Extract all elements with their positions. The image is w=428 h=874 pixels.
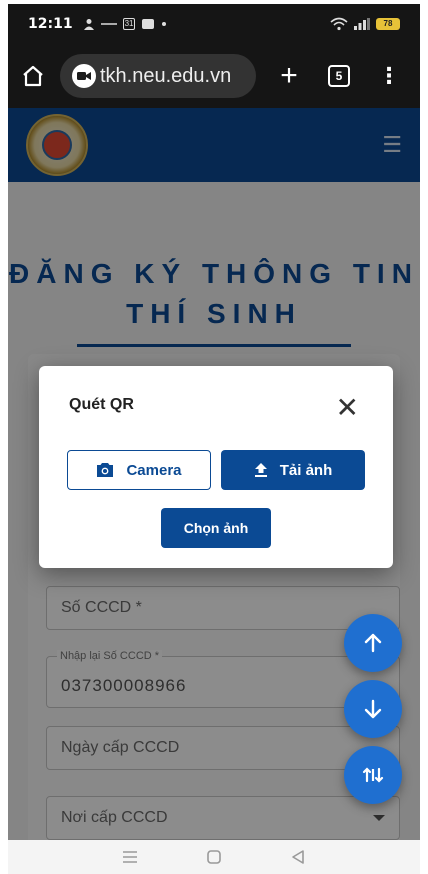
close-icon[interactable]: ✕ bbox=[336, 394, 359, 422]
upload-image-button[interactable]: Tải ảnh bbox=[221, 450, 365, 490]
status-bar: 12:11 31 78 bbox=[8, 4, 420, 44]
back-triangle-icon bbox=[292, 850, 304, 864]
upload-icon bbox=[254, 463, 267, 477]
menu-lines-icon bbox=[123, 851, 137, 863]
recent-apps-button[interactable] bbox=[118, 847, 142, 867]
dot-icon bbox=[162, 22, 167, 26]
scroll-down-button[interactable] bbox=[344, 680, 402, 738]
square-icon bbox=[207, 850, 221, 864]
system-home-button[interactable] bbox=[202, 847, 226, 867]
address-bar[interactable]: tkh.neu.edu.vn bbox=[60, 54, 256, 98]
browser-menu-button[interactable]: ⋮ bbox=[378, 63, 400, 89]
calendar-icon: 31 bbox=[122, 18, 136, 30]
url-text: tkh.neu.edu.vn bbox=[100, 64, 232, 87]
tab-switcher-button[interactable]: 5 bbox=[328, 65, 350, 87]
browser-toolbar: tkh.neu.edu.vn + 5 ⋮ bbox=[8, 44, 420, 108]
signal-icon bbox=[354, 18, 370, 30]
new-tab-button[interactable]: + bbox=[274, 59, 304, 93]
notification-dots-icon bbox=[100, 23, 117, 25]
arrow-down-icon bbox=[364, 699, 382, 719]
home-button[interactable] bbox=[18, 61, 48, 91]
dialog-title: Quét QR bbox=[69, 396, 134, 413]
qr-scan-dialog: Quét QR ✕ Camera Tải ảnh Chọn ảnh bbox=[39, 366, 393, 568]
system-navigation-bar bbox=[8, 840, 420, 874]
system-back-button[interactable] bbox=[286, 847, 310, 867]
message-icon bbox=[142, 19, 155, 29]
wifi-icon bbox=[330, 17, 348, 31]
arrow-up-icon bbox=[364, 633, 382, 653]
person-icon bbox=[83, 19, 94, 30]
status-time: 12:11 bbox=[28, 16, 73, 32]
camera-icon bbox=[97, 463, 114, 477]
sort-settings-button[interactable] bbox=[344, 746, 402, 804]
battery-icon: 78 bbox=[376, 18, 400, 30]
sort-icon bbox=[362, 767, 384, 783]
scroll-up-button[interactable] bbox=[344, 614, 402, 672]
home-icon bbox=[23, 65, 43, 87]
choose-image-button[interactable]: Chọn ảnh bbox=[161, 508, 271, 548]
camera-button[interactable]: Camera bbox=[67, 450, 211, 490]
camera-recording-icon bbox=[72, 64, 96, 88]
